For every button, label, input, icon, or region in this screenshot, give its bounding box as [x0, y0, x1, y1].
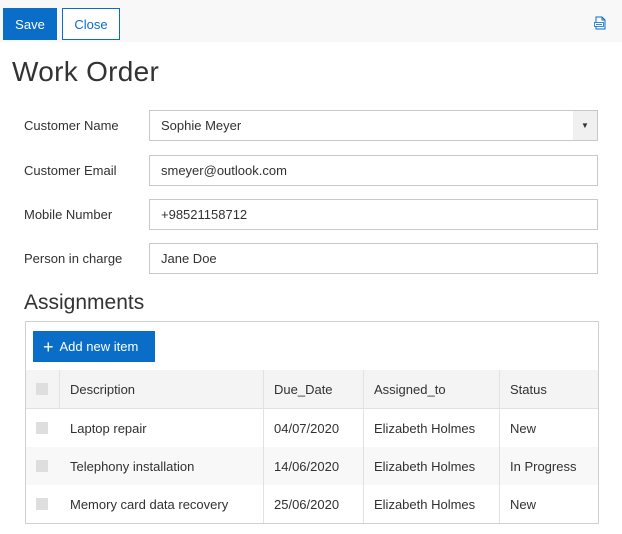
cell-description: Memory card data recovery	[70, 496, 229, 512]
cell-status: New	[510, 420, 537, 436]
cell-status: New	[510, 496, 537, 512]
cell-description: Telephony installation	[70, 458, 195, 474]
add-new-item-button[interactable]: + Add new item	[33, 331, 155, 362]
dropdown-arrow-icon[interactable]: ▼	[573, 111, 597, 140]
person-in-charge-label: Person in charge	[24, 251, 123, 266]
page-title: Work Order	[12, 56, 160, 87]
column-header-status[interactable]: Status	[499, 370, 598, 408]
customer-email-field[interactable]: smeyer@outlook.com	[149, 155, 598, 186]
mobile-number-value: +98521158712	[161, 207, 248, 222]
row-checkbox[interactable]	[36, 460, 48, 472]
row-checkbox[interactable]	[36, 422, 48, 434]
pdf-export-icon[interactable]	[593, 16, 607, 30]
cell-assigned-to: Elizabeth Holmes	[374, 496, 476, 512]
plus-icon: +	[43, 336, 54, 357]
customer-email-value: smeyer@outlook.com	[161, 163, 287, 178]
save-button[interactable]: Save	[3, 8, 57, 40]
cell-assigned-to: Elizabeth Holmes	[374, 420, 476, 436]
table-row[interactable]: Memory card data recovery 25/06/2020 Eli…	[26, 485, 598, 523]
cell-description: Laptop repair	[70, 420, 147, 436]
column-header-due-date[interactable]: Due_Date	[263, 370, 363, 408]
customer-email-label: Customer Email	[24, 163, 117, 178]
cell-assigned-to: Elizabeth Holmes	[374, 458, 476, 474]
customer-name-dropdown[interactable]: Sophie Meyer ▼	[149, 110, 598, 141]
cell-status: In Progress	[510, 458, 577, 474]
row-checkbox[interactable]	[36, 498, 48, 510]
person-in-charge-field[interactable]: Jane Doe	[149, 243, 598, 274]
table-row[interactable]: Laptop repair 04/07/2020 Elizabeth Holme…	[26, 409, 598, 447]
mobile-number-label: Mobile Number	[24, 207, 113, 222]
assignments-title: Assignments	[24, 291, 145, 314]
person-in-charge-value: Jane Doe	[161, 251, 217, 266]
cell-due-date: 04/07/2020	[274, 420, 340, 436]
column-header-assigned-to[interactable]: Assigned_to	[363, 370, 499, 408]
cell-due-date: 25/06/2020	[274, 496, 340, 512]
table-row[interactable]: Telephony installation 14/06/2020 Elizab…	[26, 447, 598, 485]
grid-header: Description Due_Date Assigned_to Status	[26, 370, 598, 409]
cell-due-date: 14/06/2020	[274, 458, 340, 474]
customer-name-value: Sophie Meyer	[161, 118, 242, 133]
add-new-item-label: Add new item	[59, 339, 139, 354]
command-bar: Save Close	[0, 0, 622, 42]
column-header-description[interactable]: Description	[59, 370, 263, 408]
close-button[interactable]: Close	[62, 8, 120, 40]
mobile-number-field[interactable]: +98521158712	[149, 199, 598, 230]
customer-name-label: Customer Name	[24, 118, 119, 133]
select-all-checkbox[interactable]	[36, 383, 48, 395]
